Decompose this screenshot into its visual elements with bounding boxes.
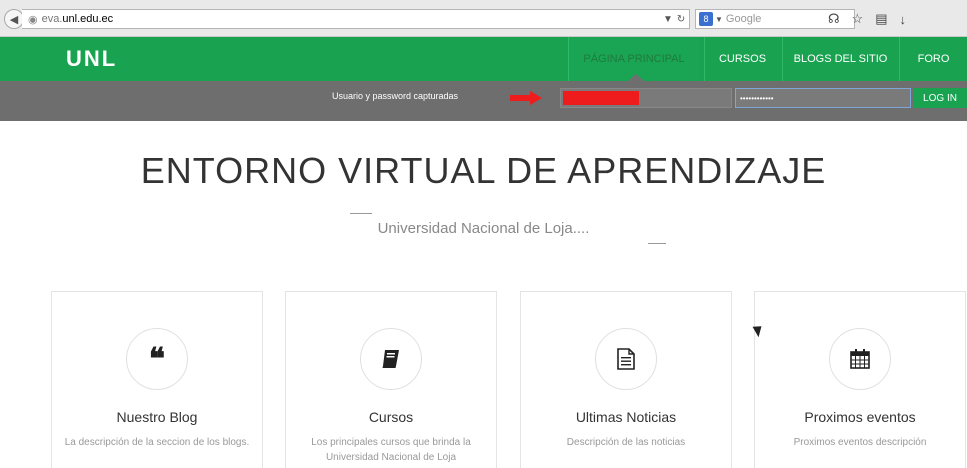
globe-icon: ◉: [28, 13, 38, 26]
nav-item-blogs[interactable]: BLOGS DEL SITIO: [782, 37, 898, 81]
card-ultimas-noticias[interactable]: Ultimas Noticias Descripción de las noti…: [520, 291, 732, 468]
card-description: La descripción de la seccion de los blog…: [64, 437, 250, 448]
star-icon[interactable]: ☆: [852, 11, 864, 27]
book-icon: [360, 328, 422, 390]
card-title: Cursos: [368, 409, 414, 425]
url-tools: ▼ ↻: [663, 9, 685, 29]
url-host: unl.edu.ec: [62, 13, 114, 25]
page-subtitle: Universidad Nacional de Loja....: [377, 220, 590, 237]
reload-icon[interactable]: ↻: [677, 14, 685, 25]
active-caret: [628, 74, 644, 81]
username-field[interactable]: [560, 88, 732, 108]
clipboard-icon[interactable]: ▤: [875, 11, 887, 27]
divider: [350, 213, 372, 214]
nav-item-cursos[interactable]: CURSOS: [704, 37, 780, 81]
card-description: Proximos eventos descripción: [793, 437, 927, 448]
page-title: ENTORNO VIRTUAL DE APRENDIZAJE: [140, 150, 827, 191]
login-button[interactable]: LOG IN: [913, 88, 967, 108]
card-title: Nuestro Blog: [116, 409, 198, 425]
card-proximos-eventos[interactable]: Proximos eventos Proximos eventos descri…: [754, 291, 966, 468]
nav-item-foro[interactable]: FORO: [899, 37, 967, 81]
card-nuestro-blog[interactable]: ❝ Nuestro Blog La descripción de la secc…: [51, 291, 263, 468]
red-arrow-icon: [510, 91, 542, 105]
browser-tool-icons: ☊ ☆ ▤ ↓: [828, 9, 906, 29]
binoculars-icon[interactable]: ☊: [828, 11, 840, 27]
card-cursos[interactable]: Cursos Los principales cursos que brinda…: [285, 291, 497, 468]
chevron-down-icon[interactable]: ▼: [715, 15, 723, 24]
card-description: Los principales cursos que brinda la Uni…: [311, 437, 471, 463]
card-title: Proximos eventos: [804, 409, 916, 425]
calendar-icon: [829, 328, 891, 390]
card-title: Ultimas Noticias: [575, 409, 677, 425]
login-bar: Usuario y password capturadas ••••••••••…: [0, 81, 967, 121]
url-bar[interactable]: ◉ eva. unl.edu.ec: [22, 9, 690, 29]
browser-toolbar: ◀ ◉ eva. unl.edu.ec ▼ ↻ 8 ▼ Google ☊ ☆ ▤ …: [0, 0, 967, 37]
main-nav: UNL PÁGINA PRINCIPAL CURSOS BLOGS DEL SI…: [0, 37, 967, 81]
captured-annotation: Usuario y password capturadas: [332, 91, 459, 101]
dropdown-icon[interactable]: ▼: [663, 14, 673, 25]
password-field[interactable]: ••••••••••••: [735, 88, 911, 108]
search-placeholder: Google: [725, 13, 762, 25]
card-description: Descripción de las noticias: [566, 437, 686, 448]
quote-icon: ❝: [126, 328, 188, 390]
divider: [648, 243, 666, 244]
redaction-box: [563, 91, 639, 105]
logo[interactable]: UNL: [66, 46, 117, 72]
download-icon[interactable]: ↓: [900, 12, 907, 27]
document-icon: [595, 328, 657, 390]
search-engine-icon[interactable]: 8: [699, 12, 713, 26]
url-prefix: eva.: [41, 13, 63, 25]
back-arrow-icon[interactable]: ◀: [4, 9, 24, 29]
